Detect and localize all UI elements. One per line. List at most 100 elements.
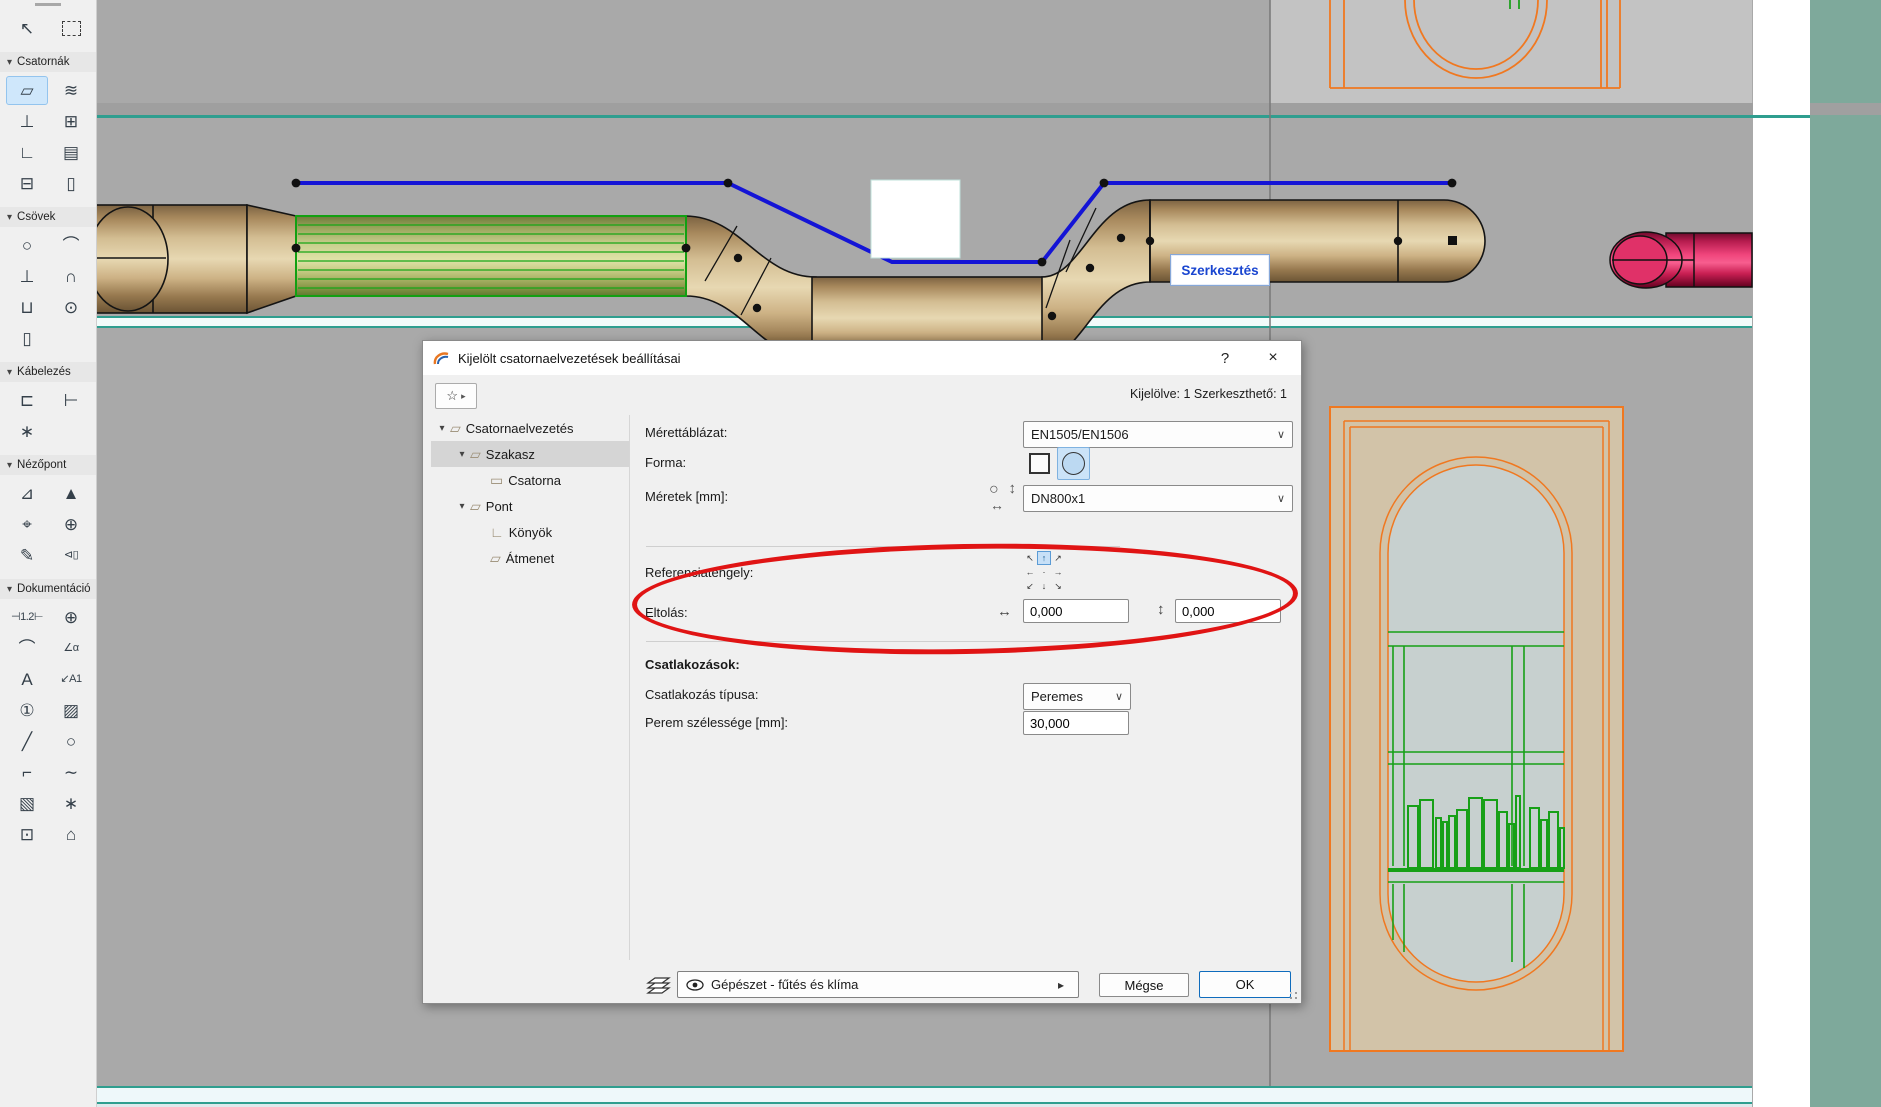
pipe-bend-tool[interactable]: ⌒ bbox=[50, 231, 92, 260]
section-header-csatornak[interactable]: ▾ Csatornák bbox=[0, 52, 96, 72]
shape-round-button[interactable] bbox=[1057, 447, 1090, 480]
size-table-select[interactable]: EN1505/EN1506 ∨ bbox=[1023, 421, 1293, 448]
door-elevation[interactable] bbox=[1329, 406, 1624, 1052]
detail-tool[interactable]: ⊕ bbox=[50, 510, 92, 539]
duct-t-junction-tool-icon: ⊥ bbox=[19, 112, 35, 131]
duct-vertical-tool[interactable]: ▯ bbox=[50, 169, 92, 198]
offset-y-input[interactable] bbox=[1175, 599, 1281, 623]
duct-elbow-tool[interactable]: ∟ bbox=[6, 138, 48, 167]
pipe-tank-tool[interactable]: ⊙ bbox=[50, 293, 92, 322]
duct-junction-tool[interactable]: ⊟ bbox=[6, 169, 48, 198]
shape-label: Forma: bbox=[645, 455, 687, 470]
duct-t-junction-tool[interactable]: ⊥ bbox=[6, 107, 48, 136]
white-note-box[interactable] bbox=[870, 179, 961, 259]
image-tool[interactable]: ⊡ bbox=[6, 820, 48, 849]
zone-stamp-tool[interactable]: ① bbox=[6, 696, 48, 725]
anchor-cell-3[interactable]: ← bbox=[1023, 565, 1037, 579]
circular-dimension-tool[interactable]: ⊕ bbox=[50, 603, 92, 632]
selected-duct-segment[interactable] bbox=[295, 215, 687, 297]
circle-tool[interactable]: ○ bbox=[50, 727, 92, 756]
connection-type-select[interactable]: Peremes ∨ bbox=[1023, 683, 1131, 710]
tree-item-pont[interactable]: ▾ ▱ Pont bbox=[431, 493, 629, 519]
line-tool[interactable]: ╱ bbox=[6, 727, 48, 756]
section-header-dokumentacio[interactable]: ▾ Dokumentáció bbox=[0, 579, 96, 599]
flange-width-input[interactable] bbox=[1023, 711, 1129, 735]
section-tool[interactable]: ⊿ bbox=[6, 479, 48, 508]
anchor-cell-8[interactable]: ↘ bbox=[1051, 579, 1065, 593]
tree-item-szakasz[interactable]: ▾ ▱ Szakasz bbox=[431, 441, 629, 467]
chevron-down-icon[interactable]: ▾ bbox=[435, 423, 449, 434]
duct-segment-tool[interactable]: ▱ bbox=[6, 76, 48, 105]
chevron-down-icon[interactable]: ▾ bbox=[455, 501, 469, 512]
close-button[interactable]: × bbox=[1253, 341, 1293, 375]
arrow-tool[interactable]: ↖ bbox=[6, 14, 48, 43]
duct-louver-tool[interactable]: ▤ bbox=[50, 138, 92, 167]
radial-dimension-tool[interactable]: ⌒ bbox=[6, 634, 48, 663]
cancel-button[interactable]: Mégse bbox=[1099, 973, 1189, 997]
shape-rect-button[interactable] bbox=[1023, 447, 1056, 480]
favorites-button[interactable]: ☆ ▸ bbox=[435, 383, 477, 409]
worksheet-tool[interactable]: ✎ bbox=[6, 541, 48, 570]
interior-elevation-tool-icon: ⌖ bbox=[22, 515, 32, 534]
pipe-element[interactable] bbox=[1609, 231, 1753, 289]
pipe-drain-tool-icon: ⊔ bbox=[20, 298, 34, 317]
dialog-titlebar[interactable]: Kijelölt csatornaelvezetések beállításai bbox=[423, 341, 1301, 375]
layer-select[interactable]: Gépészet - fűtés és klíma ▸ bbox=[677, 971, 1079, 998]
elevation-tool[interactable]: ▲ bbox=[50, 479, 92, 508]
section-header-csovek[interactable]: ▾ Csövek bbox=[0, 207, 96, 227]
pipe-t-junction-tool[interactable]: ⊥ bbox=[6, 262, 48, 291]
toolbar-drag-handle[interactable] bbox=[35, 3, 61, 6]
resize-grip[interactable] bbox=[1295, 997, 1297, 999]
anchor-cell-2[interactable]: ↗ bbox=[1051, 551, 1065, 565]
line-tool-icon: ╱ bbox=[21, 732, 33, 751]
edit-mode-label[interactable]: Szerkesztés bbox=[1170, 254, 1270, 286]
polyline-tool[interactable]: ⌐ bbox=[6, 758, 48, 787]
section-header-nezopont[interactable]: ▾ Nézőpont bbox=[0, 455, 96, 475]
spline-tool[interactable]: ∼ bbox=[50, 758, 92, 787]
tree-item-atmenet[interactable]: ▱ Átmenet bbox=[431, 545, 629, 571]
duct-takeoff-tool-icon: ⊞ bbox=[63, 112, 79, 131]
angle-dimension-tool[interactable]: ∠α bbox=[50, 634, 92, 663]
anchor-cell-4[interactable]: · bbox=[1037, 565, 1051, 579]
ok-button[interactable]: OK bbox=[1199, 971, 1291, 998]
label-tool[interactable]: ↙A1 bbox=[50, 665, 92, 694]
cable-tray-t-tool[interactable]: ⊢ bbox=[50, 386, 92, 415]
anchor-cell-6[interactable]: ↙ bbox=[1023, 579, 1037, 593]
sizes-select[interactable]: DN800x1 ∨ bbox=[1023, 485, 1293, 512]
duct-flexible-tool[interactable]: ≋ bbox=[50, 76, 92, 105]
pipe-elbow-tool[interactable]: ∩ bbox=[50, 262, 92, 291]
help-button[interactable]: ? bbox=[1205, 341, 1245, 375]
offset-x-input[interactable] bbox=[1023, 599, 1129, 623]
tree-item-konyok[interactable]: ∟ Könyök bbox=[431, 519, 629, 545]
duct-takeoff-tool[interactable]: ⊞ bbox=[50, 107, 92, 136]
anchor-cell-5[interactable]: → bbox=[1051, 565, 1065, 579]
text-tool[interactable]: A bbox=[6, 665, 48, 694]
app-logo-icon bbox=[433, 351, 449, 364]
connection-type-value: Peremes bbox=[1031, 689, 1084, 704]
top-door-wireframe[interactable] bbox=[1329, 0, 1621, 89]
pipe-drain-tool[interactable]: ⊔ bbox=[6, 293, 48, 322]
section-header-kabelezes[interactable]: ▾ Kábelezés bbox=[0, 362, 96, 382]
tree-item-csatorna[interactable]: ▭ Csatorna bbox=[431, 467, 629, 493]
chevron-down-icon[interactable]: ▾ bbox=[455, 449, 469, 460]
pipe-segment-tool[interactable]: ○ bbox=[6, 231, 48, 260]
settings-tree: ▾ ▱ Csatornaelvezetés ▾ ▱ Szakasz ▭ Csatorna ▾ ▱ P… bbox=[431, 415, 629, 571]
cable-tray-tool[interactable]: ⊏ bbox=[6, 386, 48, 415]
interior-elevation-tool[interactable]: ⌖ bbox=[6, 510, 48, 539]
fill-tool[interactable]: ▨ bbox=[50, 696, 92, 725]
star-tool[interactable]: ∗ bbox=[50, 789, 92, 818]
cable-flex-tool[interactable]: ∗ bbox=[6, 417, 48, 446]
pipe-vertical-tool[interactable]: ▯ bbox=[6, 324, 48, 353]
marquee-tool[interactable] bbox=[50, 14, 92, 43]
anchor-cell-7[interactable]: ↓ bbox=[1037, 579, 1051, 593]
dimension-tool[interactable]: ⊣1.2⊢ bbox=[6, 603, 48, 632]
camera-tool-icon: ⊲▯ bbox=[63, 549, 79, 561]
anchor-cell-0[interactable]: ↖ bbox=[1023, 551, 1037, 565]
tree-item-csatornaelvezetes[interactable]: ▾ ▱ Csatornaelvezetés bbox=[431, 415, 629, 441]
hatch-tool[interactable]: ▧ bbox=[6, 789, 48, 818]
object-tool[interactable]: ⌂ bbox=[50, 820, 92, 849]
pipe-segment-tool-icon: ○ bbox=[21, 236, 33, 255]
camera-tool[interactable]: ⊲▯ bbox=[50, 541, 92, 570]
anchor-cell-1[interactable]: ↑ bbox=[1037, 551, 1051, 565]
reference-axis-anchor-grid[interactable]: ↖ ↑ ↗ ← · → ↙ ↓ ↘ bbox=[1023, 551, 1067, 595]
